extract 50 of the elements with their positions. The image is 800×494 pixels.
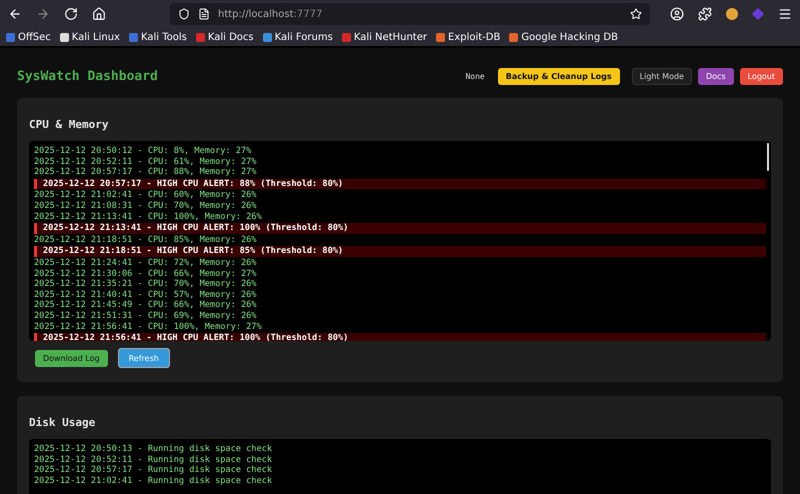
log-line: 2025-12-12 21:02:41 - CPU: 60%, Memory: 26% bbox=[34, 190, 258, 201]
log-line: 2025-12-12 21:08:31 - CPU: 70%, Memory: 26% bbox=[34, 200, 258, 212]
header-button[interactable]: Backup & Cleanup Logs bbox=[498, 68, 620, 84]
download-button[interactable]: Download Log bbox=[35, 350, 108, 366]
forward-icon[interactable] bbox=[36, 7, 50, 21]
log-line: 2025-12-12 21:40:41 - CPU: 57%, Memory: 26% bbox=[34, 290, 258, 300]
log-line: 2025-12-12 21:13:41 - CPU: 100%, Memory: 26% bbox=[34, 212, 263, 222]
log-line: 2025-12-12 21:18:51 - CPU: 85%, Memory: 26% bbox=[34, 234, 258, 246]
log-line: 2025-12-12 20:50:12 - CPU: 8%, Memory: 27% bbox=[34, 146, 252, 157]
header-button[interactable]: Docs bbox=[698, 68, 734, 84]
header-button[interactable]: Logout bbox=[740, 68, 783, 84]
bookmark-link[interactable]: Kali Docs bbox=[196, 32, 254, 42]
log-line: 2025-12-12 20:52:11 - CPU: 61%, Memory: 27% bbox=[34, 156, 258, 168]
log-line: 2025-12-12 21:35:21 - CPU: 70%, Memory: 26% bbox=[34, 279, 258, 290]
bookmark-link[interactable]: Google Hacking DB bbox=[509, 32, 618, 42]
bookmark-link[interactable]: Exploit-DB bbox=[436, 32, 500, 42]
scrollbar-thumb[interactable] bbox=[767, 143, 769, 171]
log-line: 2025-12-12 21:24:41 - CPU: 72%, Memory: 26% bbox=[34, 258, 258, 269]
log-line: 2025-12-12 21:30:06 - CPU: 66%, Memory: 27% bbox=[34, 268, 258, 280]
card-title: CPU & Memory bbox=[29, 117, 110, 131]
log-line: 2025-12-12 20:52:11 - Running disk space check bbox=[34, 454, 273, 466]
account-icon[interactable] bbox=[670, 7, 684, 21]
status-text: None bbox=[465, 72, 485, 80]
bookmark-link[interactable]: Kali Linux bbox=[60, 32, 120, 42]
log-line: 2025-12-12 20:50:13 - Running disk space check bbox=[34, 444, 273, 455]
bookmark-star-icon[interactable] bbox=[630, 8, 642, 20]
bookmark-link[interactable]: Kali Forums bbox=[262, 32, 333, 42]
log-line: 2025-12-12 21:45:49 - CPU: 66%, Memory: 26% bbox=[34, 300, 258, 311]
bookmark-link[interactable]: Kali Tools bbox=[128, 32, 187, 42]
url-port: :7777 bbox=[294, 8, 322, 20]
dashboard-title: SysWatch Dashboard bbox=[17, 68, 159, 84]
header-button[interactable]: Light Mode bbox=[632, 68, 692, 84]
extension-icon[interactable] bbox=[726, 8, 738, 20]
log-line: 2025-12-12 21:56:41 - CPU: 100%, Memory: 27% bbox=[34, 322, 263, 332]
extensions-icon[interactable] bbox=[698, 7, 712, 21]
shield-icon[interactable] bbox=[178, 8, 190, 20]
url-host: http://localhost bbox=[218, 8, 294, 20]
address-bar[interactable]: http://localhost:7777 bbox=[170, 3, 650, 25]
bookmark-link[interactable]: Kali NetHunter bbox=[342, 32, 427, 42]
menu-icon[interactable] bbox=[778, 7, 792, 21]
log-line: 2025-12-12 20:57:17 - Running disk space check bbox=[34, 465, 273, 476]
card-title: Disk Usage bbox=[29, 415, 96, 429]
back-icon[interactable] bbox=[8, 7, 22, 21]
reload-icon[interactable] bbox=[64, 7, 78, 21]
log-line: 2025-12-12 20:57:17 - CPU: 88%, Memory: 27% bbox=[34, 167, 258, 178]
bookmark-link[interactable]: OffSec bbox=[6, 32, 51, 42]
log-line: 2025-12-12 21:02:41 - Running disk space check bbox=[34, 476, 273, 486]
home-icon[interactable] bbox=[92, 7, 106, 21]
page-icon bbox=[198, 8, 210, 20]
log-line: 2025-12-12 21:51:31 - CPU: 69%, Memory: 26% bbox=[34, 310, 258, 322]
